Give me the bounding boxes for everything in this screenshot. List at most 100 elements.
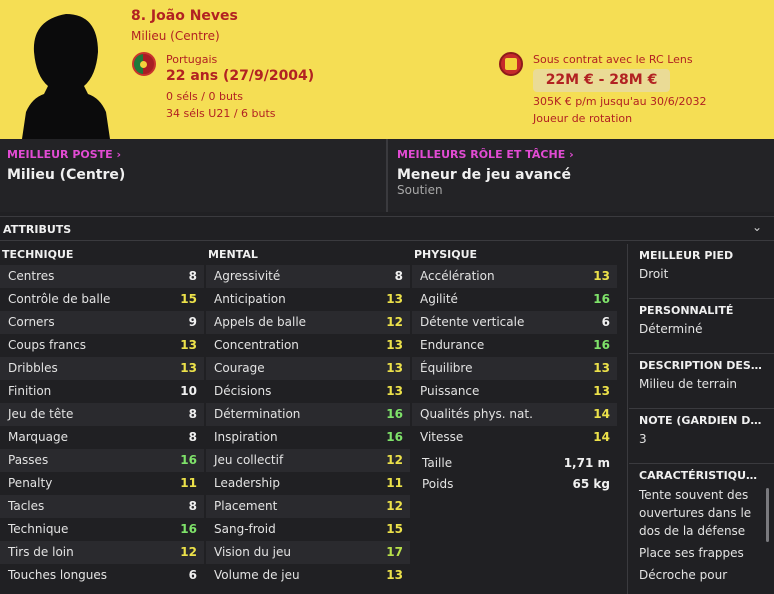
attribute-row[interactable]: Centres 8: [0, 265, 204, 288]
attribute-row[interactable]: Corners 9: [0, 311, 204, 334]
attribute-row[interactable]: Concentration 13: [206, 334, 410, 357]
divider: [627, 244, 628, 594]
club-badge-icon[interactable]: [499, 52, 523, 76]
physique-heading: PHYSIQUE: [414, 248, 478, 261]
attributes-header[interactable]: ATTRIBUTS ⌄: [0, 216, 774, 241]
attribute-value: 13: [180, 338, 197, 352]
attribute-row[interactable]: Marquage 8: [0, 426, 204, 449]
best-position-link[interactable]: MEILLEUR POSTE ›: [7, 148, 121, 161]
attribute-value: 16: [386, 407, 403, 421]
attribute-name: Tirs de loin: [8, 545, 74, 559]
traits-label: CARACTÉRISTIQUE...: [639, 469, 763, 482]
attribute-value: 16: [386, 430, 403, 444]
description-block[interactable]: DESCRIPTION DES... Milieu de terrain: [629, 354, 774, 409]
attribute-row[interactable]: Qualités phys. nat. 14: [412, 403, 617, 426]
attribute-value: 11: [180, 476, 197, 490]
attribute-value: 13: [593, 384, 610, 398]
attribute-value: 13: [180, 361, 197, 375]
attribute-row[interactable]: Agressivité 8: [206, 265, 410, 288]
attribute-row[interactable]: Volume de jeu 13: [206, 564, 410, 587]
gk-rating-block[interactable]: NOTE (GARDIEN DE... 3: [629, 409, 774, 464]
contract-club-link[interactable]: Sous contrat avec le RC Lens: [533, 53, 693, 66]
attribute-value: 16: [593, 338, 610, 352]
attribute-row[interactable]: Endurance 16: [412, 334, 617, 357]
trait-item: Tente souvent des ouvertures dans le dos…: [639, 488, 752, 538]
personality-label: PERSONNALITÉ: [639, 304, 734, 317]
attribute-row[interactable]: Jeu de tête 8: [0, 403, 204, 426]
attribute-value: 13: [386, 568, 403, 582]
attribute-row[interactable]: Passes 16: [0, 449, 204, 472]
attribute-row[interactable]: Vision du jeu 17: [206, 541, 410, 564]
attribute-row[interactable]: Coups francs 13: [0, 334, 204, 357]
best-role-panel[interactable]: MEILLEURS RÔLE ET TÂCHE › Meneur de jeu …: [388, 139, 774, 212]
attribute-row[interactable]: Sang-froid 15: [206, 518, 410, 541]
height-label: Taille: [422, 456, 453, 470]
best-position-panel[interactable]: MEILLEUR POSTE › Milieu (Centre): [0, 139, 386, 212]
attribute-row[interactable]: Décisions 13: [206, 380, 410, 403]
attribute-row[interactable]: Anticipation 13: [206, 288, 410, 311]
attribute-row[interactable]: Accélération 13: [412, 265, 617, 288]
traits-scrollbar[interactable]: [766, 488, 769, 542]
attribute-row[interactable]: Agilité 16: [412, 288, 617, 311]
preferred-foot-block: MEILLEUR PIED Droit: [629, 244, 774, 299]
preferred-foot-label: MEILLEUR PIED: [639, 249, 734, 262]
attribute-name: Courage: [214, 361, 265, 375]
attribute-value: 6: [188, 568, 197, 582]
attribute-row[interactable]: Placement 12: [206, 495, 410, 518]
attribute-row[interactable]: Inspiration 16: [206, 426, 410, 449]
attribute-row[interactable]: Jeu collectif 12: [206, 449, 410, 472]
attribute-value: 12: [386, 315, 403, 329]
attribute-row[interactable]: Équilibre 13: [412, 357, 617, 380]
chevron-down-icon[interactable]: ⌄: [752, 220, 762, 234]
attribute-row[interactable]: Dribbles 13: [0, 357, 204, 380]
attribute-name: Appels de balle: [214, 315, 307, 329]
personality-block: PERSONNALITÉ Déterminé: [629, 299, 774, 354]
attribute-name: Détente verticale: [420, 315, 525, 329]
mental-heading: MENTAL: [208, 248, 258, 261]
attribute-name: Agilité: [420, 292, 458, 306]
attribute-row[interactable]: Technique 16: [0, 518, 204, 541]
chevron-right-icon: ›: [569, 148, 574, 161]
attribute-name: Placement: [214, 499, 278, 513]
attribute-row[interactable]: Courage 13: [206, 357, 410, 380]
best-role-link[interactable]: MEILLEURS RÔLE ET TÂCHE ›: [397, 148, 574, 161]
attribute-row[interactable]: Penalty 11: [0, 472, 204, 495]
attribute-row[interactable]: Leadership 11: [206, 472, 410, 495]
attribute-name: Qualités phys. nat.: [420, 407, 533, 421]
attribute-name: Décisions: [214, 384, 272, 398]
attribute-name: Détermination: [214, 407, 301, 421]
attribute-name: Dribbles: [8, 361, 58, 375]
attribute-row[interactable]: Finition 10: [0, 380, 204, 403]
attribute-value: 16: [180, 453, 197, 467]
attribute-value: 12: [386, 453, 403, 467]
best-role-duty: Soutien: [397, 183, 443, 197]
player-age: 22 ans (27/9/2004): [166, 68, 315, 84]
player-silhouette-icon: [0, 0, 128, 139]
attribute-name: Leadership: [214, 476, 280, 490]
attribute-row[interactable]: Tacles 8: [0, 495, 204, 518]
traits-block[interactable]: CARACTÉRISTIQUE... Tente souvent des ouv…: [629, 464, 774, 584]
attribute-name: Volume de jeu: [214, 568, 300, 582]
attribute-value: 13: [386, 338, 403, 352]
attribute-row[interactable]: Contrôle de balle 15: [0, 288, 204, 311]
personality-value: Déterminé: [639, 322, 703, 336]
attribute-row[interactable]: Détente verticale 6: [412, 311, 617, 334]
attribute-row[interactable]: Vitesse 14: [412, 426, 617, 449]
mental-column: MENTAL Agressivité 8 Anticipation 13 Appels …: [206, 248, 410, 587]
attribute-value: 12: [386, 499, 403, 513]
attribute-row[interactable]: Puissance 13: [412, 380, 617, 403]
wage-contract-info: 305K € p/m jusqu'au 30/6/2032: [533, 95, 707, 108]
attribute-row[interactable]: Détermination 16: [206, 403, 410, 426]
weight-label: Poids: [422, 477, 454, 491]
attribute-row[interactable]: Appels de balle 12: [206, 311, 410, 334]
attribute-row[interactable]: Touches longues 6: [0, 564, 204, 587]
nationality-link[interactable]: Portugais: [166, 53, 217, 66]
attribute-name: Touches longues: [8, 568, 108, 582]
attribute-value: 17: [386, 545, 403, 559]
attribute-value: 10: [180, 384, 197, 398]
height-value: 1,71 m: [563, 456, 610, 470]
attribute-value: 13: [386, 292, 403, 306]
attribute-row[interactable]: Tirs de loin 12: [0, 541, 204, 564]
attribute-name: Vision du jeu: [214, 545, 291, 559]
attribute-value: 8: [394, 269, 403, 283]
